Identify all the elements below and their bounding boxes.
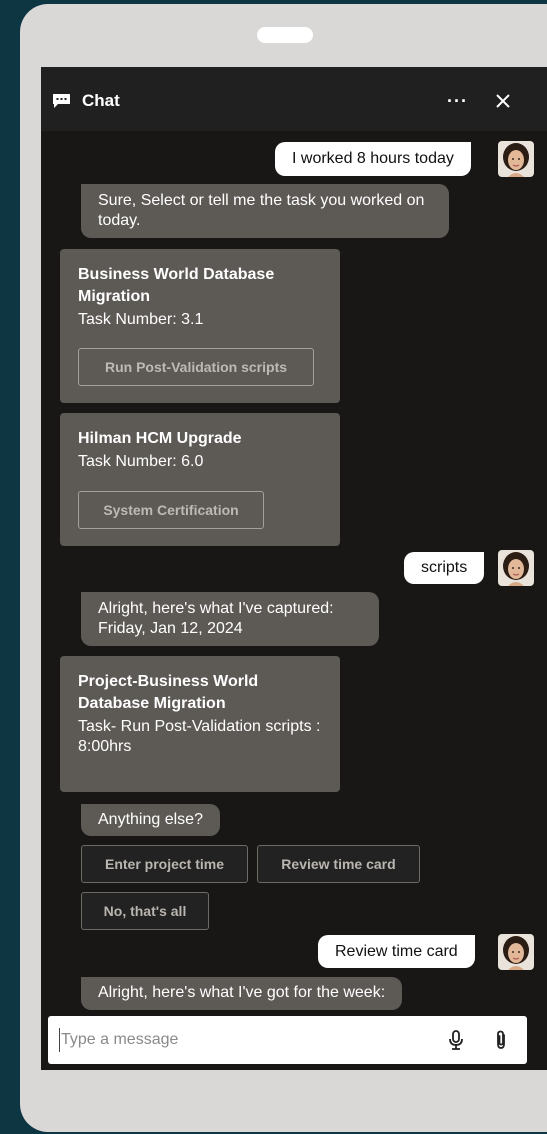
system-certification-button[interactable]: System Certification xyxy=(78,491,264,529)
message-text: Anything else? xyxy=(98,811,203,828)
message-text: I worked 8 hours today xyxy=(292,150,454,167)
phone-frame: Chat ··· I worked 8 hours today Sure, Se… xyxy=(20,4,547,1132)
chat-window: Chat ··· I worked 8 hours today Sure, Se… xyxy=(41,67,547,1070)
card-title: Business World Database Migration xyxy=(78,266,275,305)
card-subtitle: Task Number: 6.0 xyxy=(78,453,204,470)
chat-title: Chat xyxy=(82,91,120,110)
card-subtitle: Task- Run Post-Validation scripts : 8:00… xyxy=(78,718,321,755)
user-avatar xyxy=(498,141,534,177)
card-title: Project-Business World Database Migratio… xyxy=(78,673,259,712)
run-post-validation-button[interactable]: Run Post-Validation scripts xyxy=(78,348,314,386)
message-composer xyxy=(48,1016,527,1064)
user-avatar xyxy=(498,934,534,970)
summary-card: Project-Business World Database Migratio… xyxy=(60,656,340,792)
message-input[interactable] xyxy=(59,1028,441,1052)
message-text: Review time card xyxy=(335,942,458,960)
more-horizontal-icon[interactable]: ··· xyxy=(447,91,468,111)
enter-project-time-button[interactable]: Enter project time xyxy=(81,845,248,883)
user-message: scripts xyxy=(404,552,485,584)
microphone-icon[interactable] xyxy=(447,1028,465,1052)
close-icon[interactable] xyxy=(496,94,510,108)
task-card: Hilman HCM Upgrade Task Number: 6.0 Syst… xyxy=(60,413,340,546)
user-avatar xyxy=(498,550,534,586)
message-text: Alright, here's what I've captured: xyxy=(98,600,334,617)
card-subtitle: Task Number: 3.1 xyxy=(78,311,204,328)
phone-speaker xyxy=(257,27,313,43)
no-thats-all-button[interactable]: No, that's all xyxy=(81,892,209,930)
bot-message: Anything else? xyxy=(81,804,220,836)
bot-message: Sure, Select or tell me the task you wor… xyxy=(81,184,449,238)
user-message: I worked 8 hours today xyxy=(275,142,471,176)
bot-message: Alright, here's what I've captured: Frid… xyxy=(81,592,379,646)
task-card: Business World Database Migration Task N… xyxy=(60,249,340,403)
chat-bubble-icon xyxy=(53,94,70,108)
bot-message: Alright, here's what I've got for the we… xyxy=(81,977,403,1010)
card-title: Hilman HCM Upgrade xyxy=(78,430,242,447)
message-text: Friday, Jan 12, 2024 xyxy=(98,620,243,637)
review-time-card-button[interactable]: Review time card xyxy=(257,845,420,883)
message-text: scripts xyxy=(421,559,468,576)
message-text: Alright, here's what I've got for the we… xyxy=(98,984,386,1001)
message-text: Sure, Select or tell me the task you wor… xyxy=(98,192,425,229)
paperclip-icon[interactable] xyxy=(493,1028,509,1052)
chat-header: Chat ··· xyxy=(41,67,547,131)
user-message: Review time card xyxy=(318,935,475,968)
